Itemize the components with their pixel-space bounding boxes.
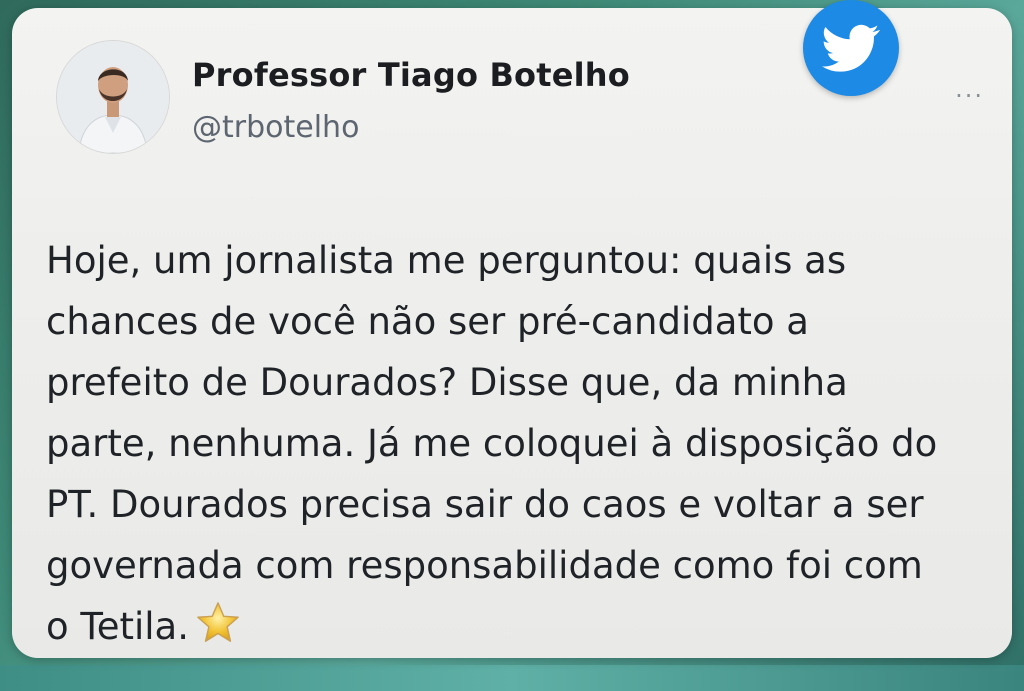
- background-strip: [0, 665, 1024, 691]
- tweet-text: Hoje, um jornalista me perguntou: quais …: [46, 230, 1006, 657]
- tweet-text-line: prefeito de Dourados? Disse que, da minh…: [46, 361, 848, 404]
- twitter-bird-glyph: [822, 24, 880, 72]
- tweet-text-last-line: o Tetila.: [46, 596, 1006, 657]
- tweet-text-line: chances de você não ser pré-candidato a: [46, 300, 809, 343]
- author-name[interactable]: Professor Tiago Botelho: [192, 56, 630, 94]
- tweet-text-line: parte, nenhuma. Já me coloquei à disposi…: [46, 422, 938, 465]
- tweet-card[interactable]: Professor Tiago Botelho @trbotelho ··· H…: [12, 8, 1012, 658]
- more-options-icon[interactable]: ···: [955, 82, 984, 110]
- avatar[interactable]: [56, 40, 170, 154]
- tweet-text-line: o Tetila.: [46, 605, 189, 648]
- tweet-text-line: governada com responsabilidade como foi …: [46, 544, 923, 587]
- tweet-text-line: PT. Dourados precisa sair do caos e volt…: [46, 483, 924, 526]
- avatar-photo-icon: [57, 41, 169, 153]
- tweet-text-line: Hoje, um jornalista me perguntou: quais …: [46, 239, 847, 282]
- author-handle[interactable]: @trbotelho: [192, 110, 359, 145]
- star-icon: [195, 600, 241, 646]
- twitter-bird-icon[interactable]: [803, 0, 899, 96]
